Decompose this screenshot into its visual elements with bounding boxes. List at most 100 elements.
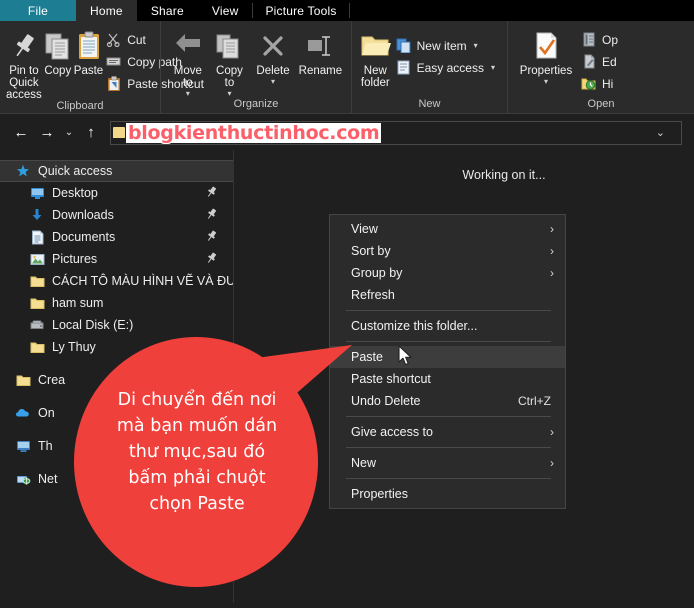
tab-share[interactable]: Share [137,0,198,21]
sidebar-item-onedrive[interactable]: On [0,402,233,424]
ribbon-tab-bar: File Home Share View Picture Tools [0,0,694,21]
sidebar-item-quick-access[interactable]: Quick access [0,160,233,182]
new-folder-label: New folder [360,65,390,89]
pin-icon[interactable] [206,252,217,267]
context-menu-item-properties[interactable]: Properties [330,483,565,505]
sidebar-item-folder-ly-thuy[interactable]: Ly Thuy [0,336,233,358]
tab-picture-tools[interactable]: Picture Tools [253,0,348,21]
sidebar-item-onedrive-label: On [38,406,55,420]
pin-icon [11,29,37,63]
history-label: Hi [602,76,614,91]
paste-shortcut-icon [105,75,122,92]
delete-button[interactable]: Delete ▾ [250,25,295,86]
open-button[interactable]: Op [580,30,624,49]
context-menu-item-sort-by[interactable]: Sort by › [330,240,565,262]
ribbon-group-clipboard-label: Clipboard [56,100,104,112]
copy-to-button[interactable]: Copy to ▾ [209,25,251,98]
back-button[interactable]: ← [8,120,34,146]
delete-caret-icon[interactable]: ▾ [271,78,275,86]
delete-icon [260,29,286,63]
sidebar-item-local-disk-e-label: Local Disk (E:) [52,318,134,332]
recent-locations-button[interactable]: ⌄ [60,120,78,146]
sidebar-item-creative[interactable]: Crea [0,369,233,391]
tab-divider-2 [348,3,350,18]
sidebar-item-network-label: Net [38,472,58,486]
context-menu-item-new-label: New [351,456,377,470]
copy-button[interactable]: Copy [44,25,72,77]
move-to-caret-icon[interactable]: ▾ [186,90,190,98]
tab-file[interactable]: File [0,0,76,21]
sidebar-item-folder-cach-to-mau[interactable]: CÁCH TÔ MÀU HÌNH VẼ VÀ ĐƯỜN [0,270,233,292]
sidebar-item-local-disk-e[interactable]: Local Disk (E:) [0,314,233,336]
sidebar-item-network[interactable]: Net [0,468,233,490]
easy-access-button[interactable]: Easy access ▾ [395,58,501,77]
address-watermark-text: blogkienthuctinhoc.com [126,121,382,144]
address-dropdown-icon[interactable]: ⌄ [656,126,665,139]
tab-view[interactable]: View [198,0,253,21]
edit-icon [580,53,597,70]
properties-label: Properties [519,65,573,77]
context-menu-item-sort-by-label: Sort by [351,244,391,258]
context-menu-item-give-access-to[interactable]: Give access to › [330,421,565,443]
history-button[interactable]: Hi [580,74,624,93]
context-menu-item-undo-delete-shortcut: Ctrl+Z [518,394,551,408]
chevron-right-icon: › [550,266,554,280]
properties-icon [531,29,561,63]
move-to-label: Move to [173,65,202,89]
pin-icon[interactable] [206,186,217,201]
sidebar-item-folder-ham-sum[interactable]: ham sum [0,292,233,314]
rename-button[interactable]: Rename [296,25,345,77]
context-menu-separator [346,478,551,479]
sidebar-item-desktop[interactable]: Desktop [0,182,233,204]
new-folder-button[interactable]: New folder [358,25,393,89]
sidebar-item-downloads[interactable]: Downloads [0,204,233,226]
context-menu-item-view-label: View [351,222,378,236]
open-small-commands: Op Ed Hi [580,25,624,93]
context-menu-item-properties-label: Properties [351,487,408,501]
pin-icon[interactable] [206,230,217,245]
sidebar-item-this-pc[interactable]: Th [0,435,233,457]
pictures-icon [28,251,46,267]
context-menu-item-undo-delete[interactable]: Undo Delete Ctrl+Z [330,390,565,412]
context-menu-separator [346,447,551,448]
context-menu-item-customize-this-folder[interactable]: Customize this folder... [330,315,565,337]
tab-share-label: Share [150,3,184,18]
paste-button[interactable]: Paste [74,25,103,77]
documents-icon [28,229,46,245]
sidebar-item-documents[interactable]: Documents [0,226,233,248]
sidebar-item-pictures[interactable]: Pictures [0,248,233,270]
pin-to-quick-access-button[interactable]: Pin to Quick access [6,25,42,101]
properties-button[interactable]: Properties ▾ [514,25,578,86]
context-menu-item-group-by[interactable]: Group by › [330,262,565,284]
new-item-caret-icon[interactable]: ▾ [474,41,478,50]
scissors-icon [105,31,122,48]
new-item-button[interactable]: New item ▾ [395,36,501,55]
properties-caret-icon[interactable]: ▾ [544,78,548,86]
context-menu-item-paste[interactable]: Paste [330,346,565,368]
ribbon-group-new-label: New [418,98,441,110]
forward-button[interactable]: → [34,120,60,146]
ribbon: Pin to Quick access Copy Paste Cut Copy … [0,21,694,114]
star-icon [14,163,32,179]
onedrive-icon [14,405,32,421]
sidebar-item-quick-access-label: Quick access [38,164,113,178]
desktop-icon [28,185,46,201]
address-bar[interactable]: blogkienthuctinhoc.com ⌄ [110,120,682,145]
tab-home-label: Home [90,3,123,18]
context-menu-item-new[interactable]: New › [330,452,565,474]
status-working-text: Working on it... [462,168,546,182]
tab-home[interactable]: Home [76,0,137,21]
context-menu-item-paste-shortcut[interactable]: Paste shortcut [330,368,565,390]
ribbon-group-new: New folder New item ▾ Easy access ▾ New [351,21,507,113]
open-icon [580,31,597,48]
easy-access-caret-icon[interactable]: ▾ [491,63,495,72]
context-menu-item-refresh[interactable]: Refresh [330,284,565,306]
context-menu-item-view[interactable]: View › [330,218,565,240]
sidebar-item-folder-cach-to-mau-label: CÁCH TÔ MÀU HÌNH VẼ VÀ ĐƯỜN [52,274,233,288]
up-button[interactable]: ↑ [78,120,104,146]
move-to-button[interactable]: Move to ▾ [167,25,209,98]
pin-icon[interactable] [206,208,217,223]
copy-to-caret-icon[interactable]: ▾ [227,90,231,98]
edit-button[interactable]: Ed [580,52,624,71]
